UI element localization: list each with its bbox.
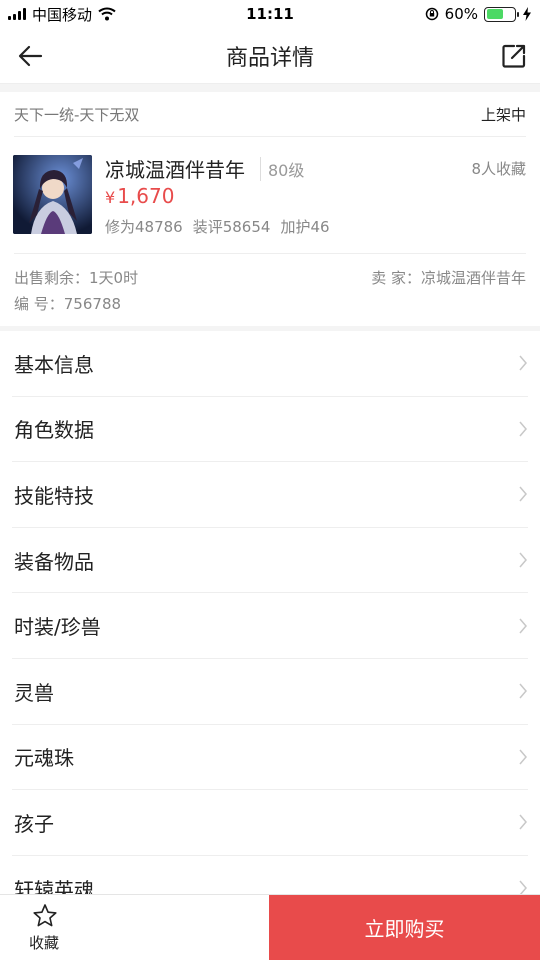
bottom-action-bar: 收藏 立即购买	[0, 894, 540, 960]
character-stats: 修为48786 装评58654 加护46	[105, 216, 330, 237]
server-row: 天下一统-天下无双 上架中	[0, 92, 540, 136]
detail-menu: 基本信息 角色数据 技能特技 装备物品 时装/珍兽 灵兽 元魂珠 孩子 轩辕英魂	[0, 331, 540, 922]
back-arrow-icon[interactable]	[16, 42, 44, 70]
battery-percent: 60%	[444, 5, 478, 23]
chevron-right-icon	[519, 486, 527, 502]
menu-item-label: 灵兽	[14, 680, 54, 705]
chevron-right-icon	[519, 749, 527, 765]
chevron-right-icon	[519, 814, 527, 830]
character-avatar	[13, 155, 92, 234]
battery-icon	[484, 6, 519, 22]
menu-item-label: 孩子	[14, 811, 54, 836]
chevron-right-icon	[519, 552, 527, 568]
chevron-right-icon	[519, 618, 527, 634]
menu-item-equipment[interactable]: 装备物品	[12, 528, 528, 594]
favorite-label: 收藏	[29, 934, 60, 952]
server-name: 天下一统-天下无双	[14, 105, 140, 124]
menu-item-character-data[interactable]: 角色数据	[12, 397, 528, 463]
time-remaining: 出售剩余：1天0时	[14, 269, 139, 287]
menu-item-label: 时装/珍兽	[14, 615, 101, 640]
status-bar: 中国移动 11:11 60%	[0, 0, 540, 28]
favorite-count: 8人收藏	[471, 160, 526, 178]
stat-protection: 加护46	[280, 218, 330, 236]
menu-item-label: 技能特技	[14, 483, 94, 508]
page-title: 商品详情	[225, 45, 314, 71]
price-value: 1,670	[117, 184, 175, 208]
chevron-right-icon	[519, 355, 527, 371]
share-icon[interactable]	[500, 42, 528, 70]
wifi-icon	[98, 7, 116, 21]
character-level: 80级	[260, 157, 304, 181]
status-bar-right: 60%	[425, 5, 532, 23]
star-icon	[33, 904, 57, 927]
status-bar-left: 中国移动	[8, 4, 116, 25]
status-badge: 上架中	[480, 105, 526, 124]
menu-item-label: 基本信息	[14, 352, 94, 377]
favorite-button[interactable]: 收藏	[0, 895, 269, 960]
divider	[14, 253, 526, 254]
signal-icon	[8, 8, 26, 20]
seller-name: 卖 家：凉城温酒伴昔年	[371, 269, 526, 287]
chevron-right-icon	[519, 421, 527, 437]
carrier-label: 中国移动	[32, 5, 93, 24]
menu-item-soul-orb[interactable]: 元魂珠	[12, 725, 528, 791]
menu-item-basic-info[interactable]: 基本信息	[12, 331, 528, 397]
buy-now-button[interactable]: 立即购买	[269, 895, 540, 960]
charging-icon	[523, 7, 531, 21]
price: ¥1,670	[105, 184, 174, 208]
menu-item-spirit-beast[interactable]: 灵兽	[12, 659, 528, 725]
menu-item-fashion-pets[interactable]: 时装/珍兽	[12, 593, 528, 659]
character-name: 凉城温酒伴昔年	[105, 158, 245, 182]
stat-equip-score: 装评58654	[192, 218, 271, 236]
item-id: 编 号：756788	[14, 295, 122, 313]
stat-cultivation: 修为48786	[105, 218, 183, 236]
battery-level	[486, 9, 503, 19]
menu-item-label: 角色数据	[14, 418, 94, 443]
menu-item-skills[interactable]: 技能特技	[12, 462, 528, 528]
nav-bar: 商品详情	[0, 28, 540, 84]
menu-item-children[interactable]: 孩子	[12, 790, 528, 856]
divider	[14, 136, 526, 137]
chevron-right-icon	[519, 683, 527, 699]
orientation-lock-icon	[425, 7, 438, 21]
menu-item-label: 元魂珠	[14, 746, 74, 771]
currency-symbol: ¥	[105, 188, 116, 207]
item-card: 凉城温酒伴昔年 80级 8人收藏 ¥1,670 修为48786 装评58654 …	[0, 136, 540, 326]
menu-item-label: 装备物品	[14, 549, 94, 574]
